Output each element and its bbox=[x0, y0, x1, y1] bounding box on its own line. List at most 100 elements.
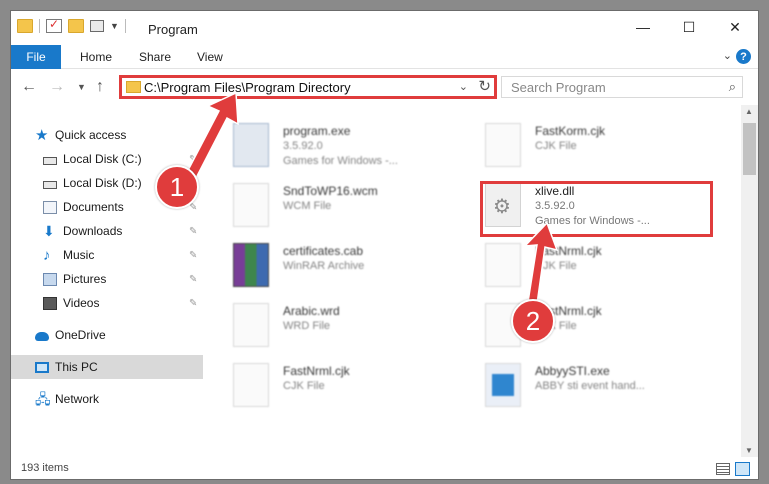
file-type: WRD File bbox=[283, 320, 331, 332]
ribbon-tabs: File Home Share View ⌄ ? bbox=[11, 45, 758, 69]
chevron-down-icon[interactable]: ▼ bbox=[110, 21, 119, 31]
tab-home[interactable]: Home bbox=[80, 50, 112, 64]
new-folder-icon[interactable] bbox=[68, 19, 84, 33]
step-badge-2: 2 bbox=[511, 299, 555, 343]
file-name: Arabic.wrd bbox=[283, 304, 340, 318]
window-title: Program bbox=[148, 22, 198, 37]
sidebar-item-network[interactable]: 🖧 Network bbox=[11, 387, 203, 411]
quick-access-toolbar: ▼ bbox=[17, 17, 126, 33]
tiles-view-icon[interactable] bbox=[735, 462, 750, 476]
file-name: FastNrml.cjk bbox=[535, 244, 602, 258]
scroll-down-icon[interactable]: ▼ bbox=[745, 446, 753, 455]
drive-icon bbox=[43, 156, 57, 165]
address-bar[interactable]: C:\Program Files\Program Directory ⌄ ↻ bbox=[119, 75, 497, 99]
sidebar-item-quick-access[interactable]: ★ Quick access bbox=[11, 123, 203, 147]
pin-icon[interactable]: ✎ bbox=[189, 274, 197, 285]
search-placeholder: Search Program bbox=[511, 80, 606, 95]
sidebar-item-label: Local Disk (C:) bbox=[63, 152, 142, 166]
file-type: WCM File bbox=[283, 200, 332, 212]
sidebar-item-label: Pictures bbox=[63, 272, 107, 286]
file-item-arabic-wrd[interactable]: Arabic.wrd WRD File bbox=[233, 303, 473, 359]
scrollbar-thumb[interactable] bbox=[743, 123, 756, 175]
navigation-bar: ← → ▼ ↑ C:\Program Files\Program Directo… bbox=[11, 69, 758, 105]
sidebar-item-label: Documents bbox=[63, 200, 124, 214]
sidebar-item-label: OneDrive bbox=[55, 328, 106, 342]
item-count: 193 items bbox=[21, 462, 69, 474]
sidebar-item-onedrive[interactable]: OneDrive bbox=[11, 323, 203, 347]
file-type: CJK File bbox=[535, 140, 577, 152]
customize-toolbar-icon[interactable] bbox=[90, 20, 104, 32]
refresh-icon[interactable]: ↻ bbox=[478, 77, 491, 95]
sidebar-item-label: Downloads bbox=[63, 224, 123, 238]
folder-icon bbox=[17, 19, 33, 33]
expand-ribbon-icon[interactable]: ⌄ bbox=[723, 49, 732, 62]
file-item-fastkorm-cjk[interactable]: FastKorm.cjk CJK File bbox=[485, 123, 725, 179]
drive-icon bbox=[43, 180, 57, 189]
abbyy-icon bbox=[485, 363, 521, 407]
scroll-up-icon[interactable]: ▲ bbox=[745, 107, 753, 116]
file-item-program-exe[interactable]: program.exe 3.5.92.0 Games for Windows -… bbox=[233, 123, 473, 179]
step-badge-1: 1 bbox=[155, 165, 199, 209]
cloud-icon bbox=[35, 331, 49, 341]
file-version: 3.5.92.0 bbox=[283, 140, 323, 152]
file-type: CJK File bbox=[535, 260, 577, 272]
file-item-abbyysti-exe[interactable]: AbbyySTI.exe ABBY sti event hand... bbox=[485, 363, 725, 419]
sidebar-item-downloads[interactable]: ⬇ Downloads ✎ bbox=[11, 219, 203, 243]
file-item-fastnrml-cjk[interactable]: FastNrml.cjk CJK File bbox=[485, 243, 725, 299]
help-icon[interactable]: ? bbox=[736, 49, 751, 64]
vertical-scrollbar[interactable]: ▲ ▼ bbox=[741, 105, 758, 457]
file-icon bbox=[233, 363, 269, 407]
file-icon bbox=[485, 123, 521, 167]
pin-icon[interactable]: ✎ bbox=[189, 154, 197, 165]
file-list: program.exe 3.5.92.0 Games for Windows -… bbox=[203, 105, 741, 457]
pin-icon[interactable]: ✎ bbox=[189, 250, 197, 261]
music-icon: ♪ bbox=[43, 246, 51, 264]
sidebar-item-label: Local Disk (D:) bbox=[63, 176, 142, 190]
recent-locations-chevron-icon[interactable]: ▼ bbox=[77, 82, 86, 92]
toolbar-divider bbox=[124, 19, 126, 33]
maximize-button[interactable]: ☐ bbox=[666, 11, 712, 43]
up-arrow-icon[interactable]: ↑ bbox=[96, 78, 104, 96]
properties-check-icon[interactable] bbox=[46, 17, 62, 33]
star-icon: ★ bbox=[35, 126, 49, 144]
forward-arrow-icon[interactable]: → bbox=[49, 78, 65, 96]
file-icon bbox=[233, 183, 269, 227]
file-type: CJK File bbox=[283, 380, 325, 392]
file-name: certificates.cab bbox=[283, 244, 364, 258]
sidebar-item-this-pc[interactable]: This PC bbox=[11, 355, 203, 379]
address-path[interactable]: C:\Program Files\Program Directory bbox=[144, 80, 351, 95]
search-input[interactable]: Search Program ⌕ bbox=[501, 76, 743, 98]
chevron-down-icon[interactable]: ⌄ bbox=[459, 80, 468, 93]
file-type: WinRAR Archive bbox=[283, 260, 365, 272]
videos-icon bbox=[43, 296, 57, 310]
download-icon: ⬇ bbox=[43, 222, 55, 239]
file-item-certificates-cab[interactable]: certificates.cab WinRAR Archive bbox=[233, 243, 473, 299]
file-description: ABBY sti event hand... bbox=[535, 380, 645, 392]
tab-share[interactable]: Share bbox=[139, 50, 171, 64]
status-bar: 193 items bbox=[11, 457, 758, 479]
file-icon bbox=[233, 303, 269, 347]
file-item-fastnrml-cjk[interactable]: FastNrml.cjk CJK File bbox=[233, 363, 473, 419]
xlive-highlight-box bbox=[480, 181, 713, 237]
network-icon: 🖧 bbox=[35, 390, 51, 407]
tab-file[interactable]: File bbox=[11, 45, 61, 69]
sidebar-item-label: Videos bbox=[63, 296, 100, 310]
file-name: SndToWP16.wcm bbox=[283, 184, 378, 198]
details-view-icon[interactable] bbox=[716, 463, 730, 475]
minimize-button[interactable]: — bbox=[620, 11, 666, 43]
sidebar-item-label: Quick access bbox=[55, 128, 127, 142]
tab-view[interactable]: View bbox=[197, 50, 223, 64]
pin-icon[interactable]: ✎ bbox=[189, 226, 197, 237]
file-item-sndtowp16[interactable]: SndToWP16.wcm WCM File bbox=[233, 183, 473, 239]
file-name: program.exe bbox=[283, 124, 351, 138]
sidebar-item-videos[interactable]: Videos ✎ bbox=[11, 291, 203, 315]
back-arrow-icon[interactable]: ← bbox=[21, 78, 37, 96]
pin-icon[interactable]: ✎ bbox=[189, 298, 197, 309]
sidebar-item-pictures[interactable]: Pictures ✎ bbox=[11, 267, 203, 291]
sidebar-item-music[interactable]: ♪ Music ✎ bbox=[11, 243, 203, 267]
file-icon bbox=[485, 243, 521, 287]
pictures-icon bbox=[43, 272, 57, 286]
search-icon[interactable]: ⌕ bbox=[729, 79, 736, 95]
close-button[interactable]: ✕ bbox=[712, 11, 758, 43]
file-name: FastNrml.cjk bbox=[283, 364, 350, 378]
